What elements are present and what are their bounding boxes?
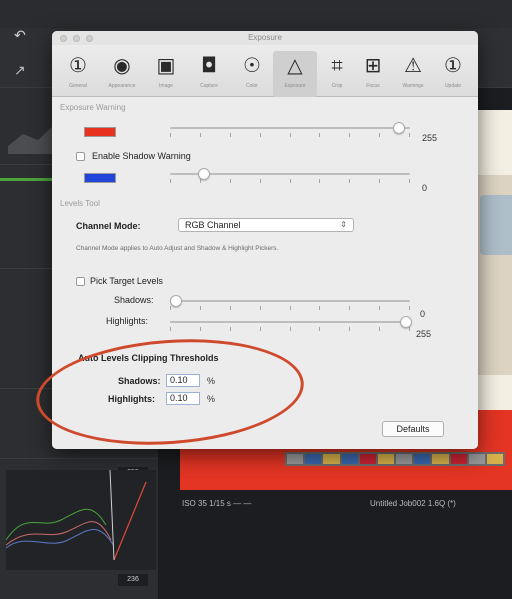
- exposure-preferences: Exposure Warning 255 Enable Shadow Warni…: [52, 97, 478, 449]
- shadow-warning-value: 0: [422, 183, 428, 193]
- preferences-dialog: Exposure ① General ◉ Appearance ▣ Image …: [52, 31, 478, 449]
- color-icon: ☉: [243, 53, 261, 77]
- tab-warnings[interactable]: ⚠ Warnings: [391, 51, 435, 97]
- general-icon: ①: [69, 53, 87, 77]
- slider-ticks: [170, 133, 410, 139]
- chevron-updown-icon: ⇕: [340, 220, 347, 229]
- camera-icon: ◘: [201, 53, 217, 77]
- highlight-warning-value: 255: [422, 133, 438, 143]
- tab-color[interactable]: ☉ Color: [230, 51, 274, 97]
- levels-tool-heading: Levels Tool: [60, 199, 100, 208]
- pick-target-levels-label: Pick Target Levels: [90, 276, 163, 286]
- tab-capture[interactable]: ◘ Capture: [187, 51, 231, 97]
- cursor-tool-icon[interactable]: ↗: [14, 62, 26, 79]
- clip-highlights-field[interactable]: 0.10: [166, 392, 200, 405]
- clip-highlights-unit: %: [207, 394, 216, 404]
- tab-general[interactable]: ① General: [56, 51, 100, 97]
- target-highlights-slider[interactable]: [170, 321, 410, 323]
- channel-mode-select[interactable]: RGB Channel ⇕: [178, 218, 354, 232]
- target-shadows-value: 0: [420, 309, 426, 319]
- enable-shadow-warning-label: Enable Shadow Warning: [92, 151, 191, 161]
- target-highlights-value: 255: [416, 329, 432, 339]
- dialog-title: Exposure: [248, 33, 282, 42]
- defaults-button[interactable]: Defaults: [382, 421, 444, 437]
- auto-levels-heading: Auto Levels Clipping Thresholds: [78, 353, 219, 363]
- tab-focus[interactable]: ⊞ Focus: [351, 51, 395, 97]
- highlight-warning-color[interactable]: [84, 127, 116, 137]
- undo-icon[interactable]: ↶: [14, 28, 26, 44]
- eye-icon: ◉: [113, 53, 131, 77]
- tab-image[interactable]: ▣ Image: [144, 51, 188, 97]
- panel-divider: [0, 458, 158, 459]
- channel-mode-note: Channel Mode applies to Auto Adjust and …: [76, 245, 279, 252]
- enable-shadow-warning-checkbox[interactable]: [76, 152, 85, 161]
- highlight-warning-knob[interactable]: [393, 122, 405, 134]
- image-info-bar: ISO 35 1/15 s — — Untitled Job002 1.6Q (…: [180, 496, 512, 514]
- target-highlights-label: Highlights:: [106, 316, 149, 326]
- highlight-warning-slider[interactable]: [170, 127, 410, 129]
- curve-graph: [5, 469, 156, 570]
- clip-shadows-field[interactable]: 0.10: [166, 374, 200, 387]
- slider-ticks: [170, 327, 410, 333]
- exposure-icon: △: [287, 53, 303, 77]
- channel-mode-label: Channel Mode:: [76, 221, 141, 231]
- color-checker: [285, 452, 505, 466]
- levels-value-lower: 236: [118, 574, 148, 586]
- capture-info: ISO 35 1/15 s — —: [182, 499, 252, 508]
- clip-shadows-label: Shadows:: [118, 376, 161, 386]
- slider-ticks: [170, 179, 410, 185]
- slider-ticks: [170, 306, 410, 312]
- exposure-warning-heading: Exposure Warning: [60, 103, 126, 112]
- update-icon: ①: [444, 53, 462, 77]
- target-shadows-slider[interactable]: [170, 300, 410, 302]
- dialog-titlebar: Exposure: [52, 31, 478, 45]
- tab-appearance[interactable]: ◉ Appearance: [100, 51, 144, 97]
- pick-target-levels-checkbox[interactable]: [76, 277, 85, 286]
- tab-update[interactable]: ① Update: [431, 51, 475, 97]
- target-shadows-label: Shadows:: [114, 295, 154, 305]
- shadow-warning-knob[interactable]: [198, 168, 210, 180]
- file-name: Untitled Job002 1.6Q (*): [370, 499, 456, 508]
- clip-shadows-unit: %: [207, 376, 216, 386]
- panel-slider[interactable]: [0, 178, 60, 181]
- shadow-warning-color[interactable]: [84, 173, 116, 183]
- image-icon: ▣: [156, 53, 176, 77]
- focus-icon: ⊞: [364, 53, 382, 77]
- target-shadows-knob[interactable]: [170, 295, 182, 307]
- screen: ↶ ↗ 255 236 ISO 35 1/15 s — —: [0, 0, 512, 599]
- clip-highlights-label: Highlights:: [108, 394, 155, 404]
- preferences-toolbar: ① General ◉ Appearance ▣ Image ◘ Capture…: [52, 45, 478, 97]
- app-title-bar: [0, 0, 512, 28]
- warning-icon: ⚠: [404, 53, 422, 77]
- tab-exposure[interactable]: △ Exposure: [273, 51, 317, 97]
- target-highlights-knob[interactable]: [400, 316, 412, 328]
